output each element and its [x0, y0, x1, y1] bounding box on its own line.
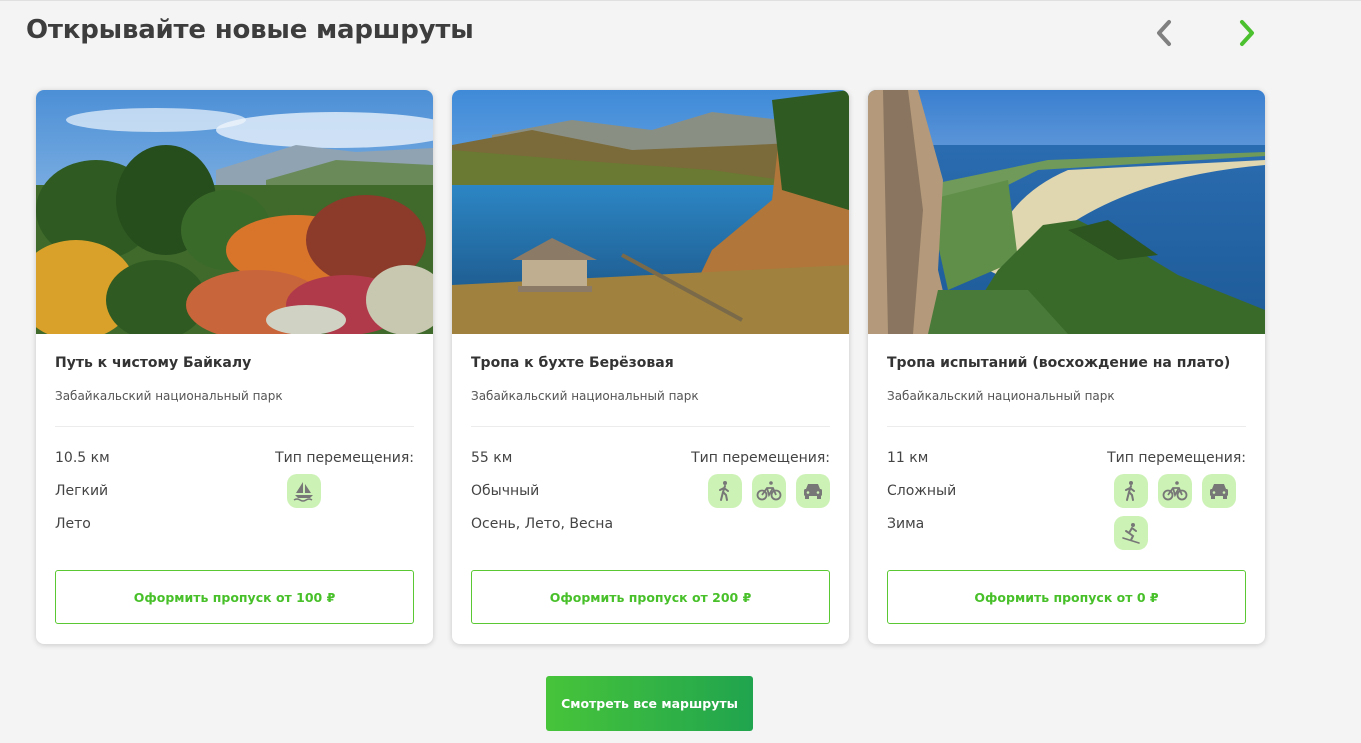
divider: [55, 426, 414, 427]
route-title[interactable]: Тропа испытаний (восхождение на плато): [887, 355, 1230, 371]
movement-type-icons: [282, 474, 433, 516]
get-pass-button[interactable]: Оформить пропуск от 200 ₽: [471, 570, 830, 624]
hiking-icon: [1114, 474, 1148, 508]
route-season: Осень, Лето, Весна: [471, 516, 614, 532]
route-title[interactable]: Тропа к бухте Берёзовая: [471, 355, 674, 371]
view-all-routes-button[interactable]: Смотреть все маршруты: [546, 676, 753, 731]
route-season: Зима: [887, 516, 925, 532]
movement-type-icons: [1109, 474, 1259, 558]
route-card[interactable]: Путь к чистому Байкалу Забайкальский нац…: [36, 90, 433, 644]
bicycle-icon: [752, 474, 786, 508]
route-distance: 10.5 км: [55, 450, 110, 466]
movement-type-label: Тип перемещения:: [691, 450, 830, 466]
route-park: Забайкальский национальный парк: [471, 389, 699, 403]
route-season: Лето: [55, 516, 91, 532]
carousel-next-button[interactable]: [1230, 15, 1264, 51]
chevron-left-icon: [1157, 20, 1171, 46]
bicycle-icon: [1158, 474, 1192, 508]
route-title[interactable]: Путь к чистому Байкалу: [55, 355, 251, 371]
route-card[interactable]: Тропа испытаний (восхождение на плато) З…: [868, 90, 1265, 644]
route-photo-cliff-lake: [868, 90, 1265, 334]
route-park: Забайкальский национальный парк: [887, 389, 1115, 403]
hiking-icon: [708, 474, 742, 508]
carousel-prev-button[interactable]: [1147, 15, 1181, 51]
route-card[interactable]: Тропа к бухте Берёзовая Забайкальский на…: [452, 90, 849, 644]
divider: [471, 426, 830, 427]
movement-type-icons: [685, 474, 835, 516]
route-park: Забайкальский национальный парк: [55, 389, 283, 403]
route-distance: 11 км: [887, 450, 929, 466]
car-icon: [796, 474, 830, 508]
skiing-icon: [1114, 516, 1148, 550]
route-photo-lake-gazebo: [452, 90, 849, 334]
car-icon: [1202, 474, 1236, 508]
divider: [887, 426, 1246, 427]
section-title: Открывайте новые маршруты: [26, 15, 474, 45]
get-pass-button[interactable]: Оформить пропуск от 100 ₽: [55, 570, 414, 624]
chevron-right-icon: [1240, 20, 1254, 46]
route-difficulty: Обычный: [471, 483, 540, 499]
route-photo-autumn-forest: [36, 90, 433, 334]
route-difficulty: Сложный: [887, 483, 957, 499]
route-difficulty: Легкий: [55, 483, 109, 499]
route-distance: 55 км: [471, 450, 513, 466]
boat-icon: [287, 474, 321, 508]
get-pass-button[interactable]: Оформить пропуск от 0 ₽: [887, 570, 1246, 624]
movement-type-label: Тип перемещения:: [1107, 450, 1246, 466]
movement-type-label: Тип перемещения:: [275, 450, 414, 466]
